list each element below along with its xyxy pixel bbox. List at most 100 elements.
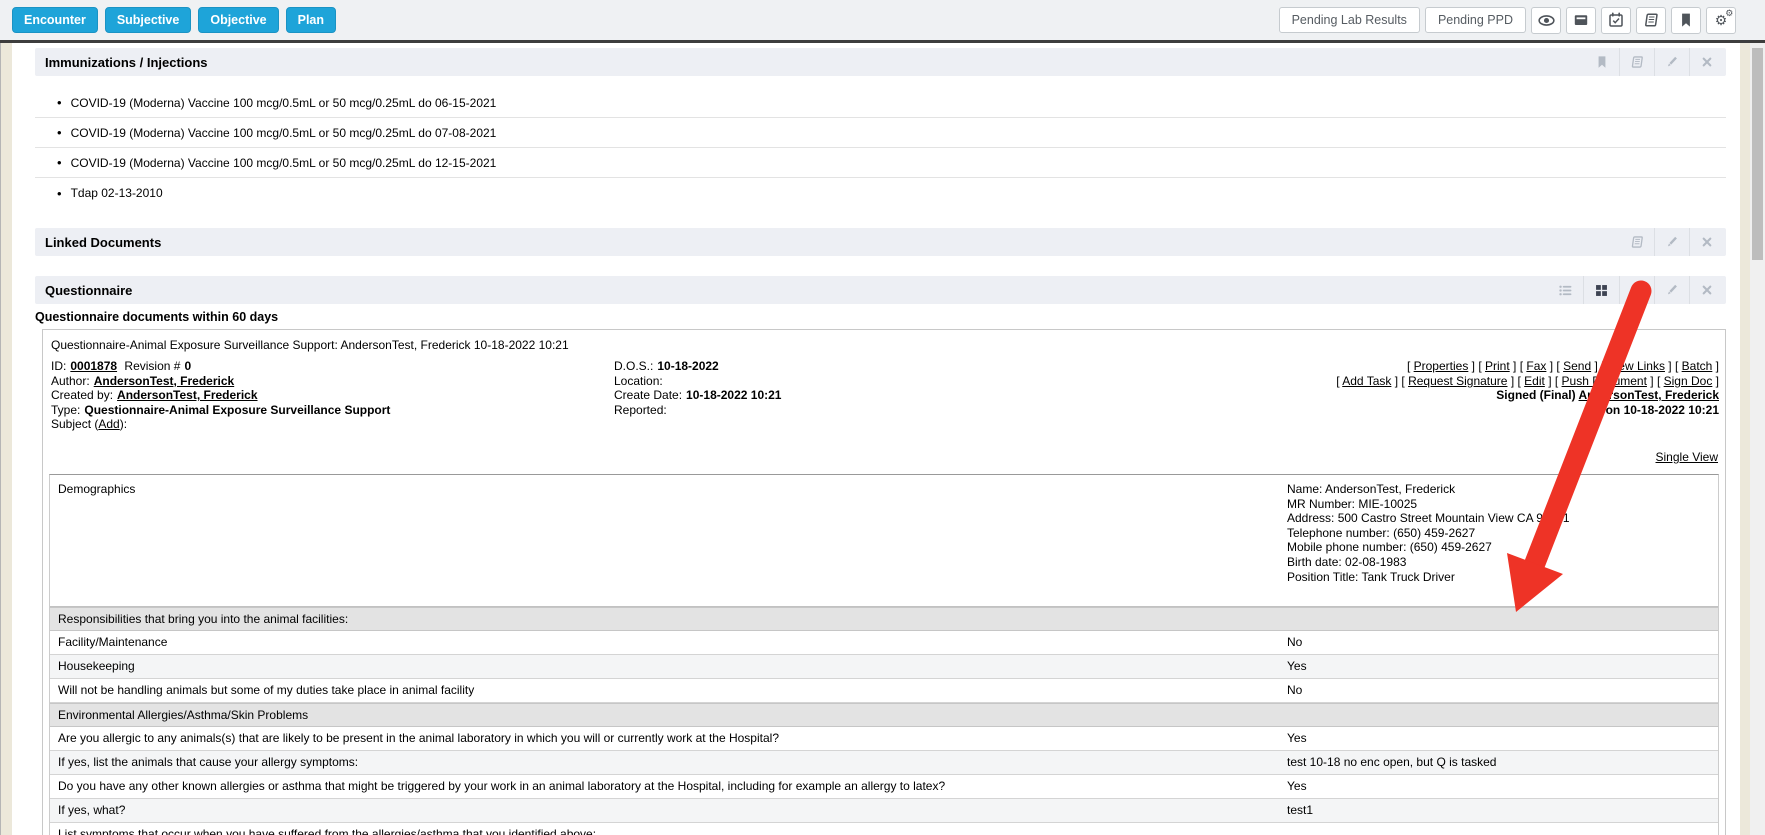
answer-text: test1	[1287, 803, 1313, 817]
archive-box-icon[interactable]	[1566, 7, 1596, 34]
table-row: Facility/MaintenanceNo	[50, 631, 1718, 655]
immunization-text: COVID-19 (Moderna) Vaccine 100 mcg/0.5mL…	[71, 96, 497, 110]
close-x-icon[interactable]	[1689, 228, 1724, 256]
table-row-demographics: Demographics Name: AndersonTest, Frederi…	[50, 475, 1718, 607]
batch-link[interactable]: Batch	[1682, 359, 1713, 373]
section-row-text: Responsibilities that bring you into the…	[50, 612, 1280, 626]
document-title: Questionnaire-Animal Exposure Surveillan…	[49, 338, 1719, 352]
objective-button[interactable]: Objective	[198, 7, 278, 33]
question-text: List symptoms that occur when you have s…	[50, 827, 1280, 835]
toolbar-left-group: Encounter Subjective Objective Plan	[12, 0, 336, 40]
id-line: ID:0001878 Revision #0	[51, 359, 614, 374]
plan-button[interactable]: Plan	[286, 7, 336, 33]
print-link[interactable]: Print	[1485, 359, 1510, 373]
metadata-actions-column: Properties Print Fax Send View Links Batch Ad…	[1336, 359, 1719, 432]
encounter-button[interactable]: Encounter	[12, 7, 98, 33]
actions-row-1: Properties Print Fax Send View Links Batch	[1336, 359, 1719, 374]
properties-link[interactable]: Properties	[1414, 359, 1469, 373]
edit-pencil-icon[interactable]	[1654, 228, 1689, 256]
subject-suffix: ):	[120, 417, 127, 431]
revision-value: 0	[184, 359, 191, 373]
push-document-link[interactable]: Push Document	[1562, 374, 1647, 388]
dos-line: D.O.S.:10-18-2022	[614, 359, 1336, 374]
questionnaire-table: Demographics Name: AndersonTest, Frederi…	[49, 474, 1719, 835]
actions-row-2: Add Task Request Signature Edit Push Docume…	[1336, 374, 1719, 389]
question-text: If yes, list the animals that cause your…	[50, 755, 1280, 769]
demographics-line: Position Title: Tank Truck Driver	[1287, 570, 1570, 585]
pending-lab-results-button[interactable]: Pending Lab Results	[1279, 7, 1420, 33]
id-label: ID:	[51, 359, 66, 373]
section-title: Immunizations / Injections	[45, 55, 208, 70]
immunization-list: COVID-19 (Moderna) Vaccine 100 mcg/0.5mL…	[35, 88, 1726, 208]
question-text: Housekeeping	[50, 659, 1280, 673]
section-header-questionnaire: Questionnaire	[35, 276, 1726, 304]
signed-prefix: Signed (Final)	[1496, 388, 1578, 402]
vertical-scrollbar[interactable]	[1750, 43, 1765, 835]
single-view-link[interactable]: Single View	[1656, 450, 1718, 464]
signed-by-link[interactable]: AndersonTest, Frederick	[1579, 388, 1719, 402]
sign-doc-link[interactable]: Sign Doc	[1664, 374, 1713, 388]
metadata-middle-column: D.O.S.:10-18-2022 Location: Create Date:…	[614, 359, 1336, 432]
eye-icon[interactable]	[1531, 7, 1561, 34]
list-item: COVID-19 (Moderna) Vaccine 100 mcg/0.5mL…	[35, 118, 1726, 148]
book-icon[interactable]	[1620, 228, 1654, 256]
section-row-text: Environmental Allergies/Asthma/Skin Prob…	[50, 708, 1280, 722]
document-id-link[interactable]: 0001878	[70, 359, 117, 373]
list-item: Tdap 02-13-2010	[35, 178, 1726, 208]
send-link[interactable]: Send	[1563, 359, 1591, 373]
bookmark-icon[interactable]	[1671, 7, 1701, 34]
metadata-left-column: ID:0001878 Revision #0 Author:AndersonTe…	[49, 359, 614, 432]
close-x-icon[interactable]	[1689, 48, 1724, 76]
answer-text: Yes	[1287, 779, 1307, 793]
list-item: COVID-19 (Moderna) Vaccine 100 mcg/0.5mL…	[35, 88, 1726, 118]
top-toolbar: Encounter Subjective Objective Plan Pend…	[0, 0, 1765, 43]
section-icon-group	[1548, 276, 1724, 304]
table-section-row: Responsibilities that bring you into the…	[50, 607, 1718, 631]
edit-link[interactable]: Edit	[1524, 374, 1545, 388]
edit-pencil-icon[interactable]	[1654, 48, 1689, 76]
fax-link[interactable]: Fax	[1526, 359, 1546, 373]
subjective-button[interactable]: Subjective	[105, 7, 192, 33]
question-text: Are you allergic to any animals(s) that …	[50, 731, 1280, 745]
calendar-check-icon[interactable]	[1601, 7, 1631, 34]
demographics-line: Birth date: 02-08-1983	[1287, 555, 1570, 570]
questionnaire-subtitle: Questionnaire documents within 60 days	[35, 310, 1726, 324]
document-metadata: ID:0001878 Revision #0 Author:AndersonTe…	[49, 359, 1719, 432]
close-x-icon[interactable]	[1689, 276, 1724, 304]
list-view-icon[interactable]	[1548, 276, 1583, 304]
section-header-immunizations: Immunizations / Injections	[35, 48, 1726, 76]
table-row: Are you allergic to any animals(s) that …	[50, 727, 1718, 751]
content-panel: Immunizations / Injections COVID-19 (Mod…	[12, 43, 1740, 835]
left-edge-divider	[0, 43, 1, 835]
book-icon[interactable]	[1636, 7, 1666, 34]
question-text: If yes, what?	[50, 803, 1280, 817]
author-label: Author:	[51, 374, 90, 388]
scrollbar-thumb[interactable]	[1752, 48, 1763, 260]
book-icon[interactable]	[1619, 276, 1654, 304]
demographics-line: Address: 500 Castro Street Mountain View…	[1287, 511, 1570, 526]
edit-pencil-icon[interactable]	[1654, 276, 1689, 304]
answer-text: Yes	[1287, 731, 1307, 745]
settings-gears-icon[interactable]: ⚙⚙	[1706, 7, 1736, 34]
bookmark-icon[interactable]	[1585, 48, 1619, 76]
demographics-line: Name: AndersonTest, Frederick	[1287, 482, 1570, 497]
demographics-answer: Name: AndersonTest, Frederick MR Number:…	[1287, 482, 1570, 584]
view-links-link[interactable]: View Links	[1608, 359, 1665, 373]
type-line: Type:Questionnaire-Animal Exposure Surve…	[51, 403, 614, 418]
request-signature-link[interactable]: Request Signature	[1408, 374, 1507, 388]
subject-add-link[interactable]: Add	[98, 417, 119, 431]
subject-label: Subject (	[51, 417, 98, 431]
question-text: Do you have any other known allergies or…	[50, 779, 1280, 793]
section-title: Linked Documents	[45, 235, 161, 250]
location-line: Location:	[614, 374, 1336, 389]
table-row: Will not be handling animals but some of…	[50, 679, 1718, 703]
demographics-line: Mobile phone number: (650) 459-2627	[1287, 540, 1570, 555]
created-by-link[interactable]: AndersonTest, Frederick	[117, 388, 257, 402]
book-icon[interactable]	[1619, 48, 1654, 76]
grid-view-icon[interactable]	[1583, 276, 1619, 304]
author-line: Author: AndersonTest, Frederick	[51, 374, 614, 389]
add-task-link[interactable]: Add Task	[1342, 374, 1391, 388]
author-link[interactable]: AndersonTest, Frederick	[94, 374, 234, 388]
reported-label: Reported:	[614, 403, 667, 417]
pending-ppd-button[interactable]: Pending PPD	[1425, 7, 1526, 33]
